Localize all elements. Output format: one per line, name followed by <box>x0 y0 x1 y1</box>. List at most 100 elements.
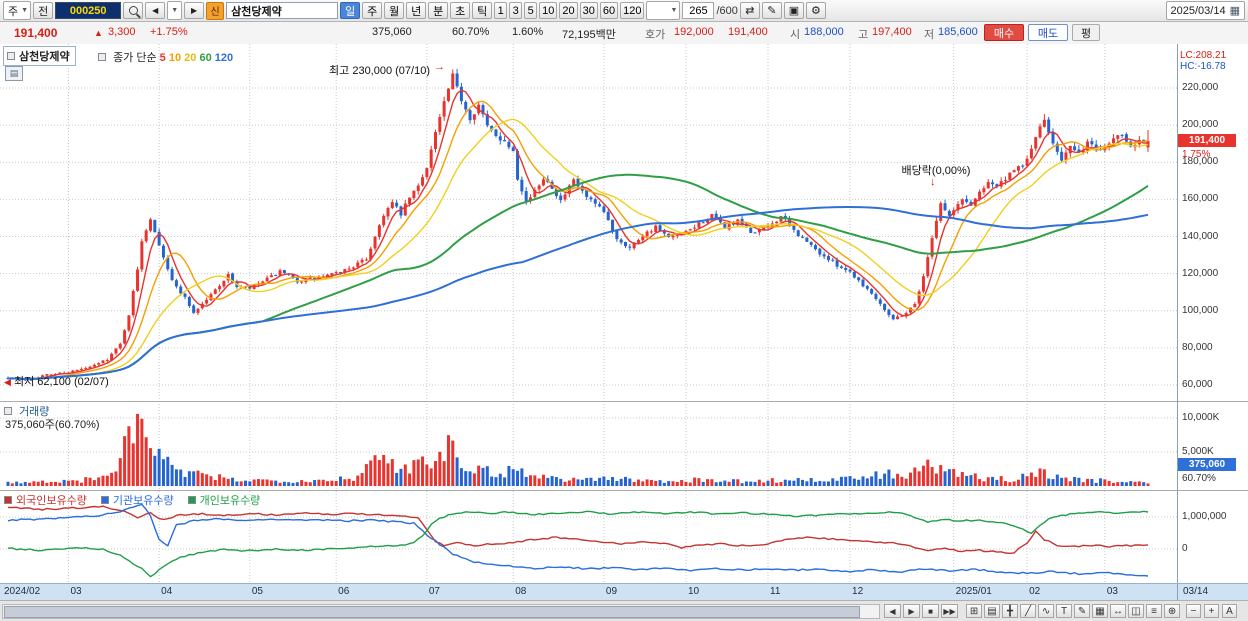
stop-button[interactable]: ■ <box>922 604 939 618</box>
volume-badge-pct: 60.70% <box>1182 473 1216 484</box>
ma20-line <box>7 118 1149 380</box>
chart-scrollbar[interactable] <box>2 604 880 619</box>
annotation-high-arrow-icon: → <box>434 61 445 73</box>
date-value: 2025/03/14 <box>1170 4 1226 17</box>
tool-draw-icon[interactable]: ✎ <box>1074 604 1090 618</box>
tool-chart-type-icon[interactable]: ▤ <box>984 604 1000 618</box>
scroll-end-button[interactable]: ▶▶ <box>941 604 958 618</box>
compare-button[interactable]: ⇄ <box>739 2 760 19</box>
stock-name-field[interactable]: 삼천당제약 <box>226 2 339 19</box>
settings-button[interactable]: ⚙ <box>805 2 826 19</box>
ma-period-10-label: 10 <box>165 52 182 64</box>
date-field[interactable]: 2025/03/14 ▦ <box>1165 1 1245 20</box>
stock-code-input[interactable] <box>55 2 122 19</box>
holdings-axis-tick: 1,000,000 <box>1182 511 1227 522</box>
period-month-button[interactable]: 월 <box>384 2 405 19</box>
legend-bullet-icon <box>4 407 12 415</box>
avg-button[interactable]: 평 <box>1072 24 1100 41</box>
interval-tick-button[interactable]: 틱 <box>472 2 493 19</box>
period-type-dropdown[interactable]: 주 ▼ <box>3 1 32 20</box>
minute-custom-dropdown[interactable]: ▼ <box>646 1 681 20</box>
price-axis-tick: 180,000 <box>1182 156 1219 168</box>
interval-minute-button[interactable]: 분 <box>428 2 449 19</box>
tool-indicator-icon[interactable]: ⊞ <box>966 604 982 618</box>
current-price-badge: 191,400 <box>1178 134 1236 147</box>
auto-scale-button[interactable]: A <box>1222 604 1237 618</box>
holdings-legend-item: 외국인보유수량 <box>4 492 87 508</box>
annotation-low-text: 최저 62,100 (02/07) <box>13 376 109 388</box>
chevron-down-icon: ▼ <box>670 7 678 14</box>
sell-button[interactable]: 매도 <box>1028 24 1068 41</box>
minute-3-button[interactable]: 3 <box>509 2 523 19</box>
minute-5-button[interactable]: 5 <box>524 2 538 19</box>
price-axis-tick: 80,000 <box>1182 341 1213 353</box>
tool-trendline-icon[interactable]: ╱ <box>1020 604 1036 618</box>
minute-30-button[interactable]: 30 <box>579 2 598 19</box>
scroll-left-button[interactable]: ◀ <box>884 604 901 618</box>
holdings-legend-label: 기관보유수량 <box>112 495 174 507</box>
current-price: 191,400 <box>14 26 58 40</box>
prev-stock-button[interactable]: ◀ <box>145 2 166 19</box>
tool-cross-icon[interactable]: ╋ <box>1002 604 1018 618</box>
tool-zoom-icon[interactable]: ⊕ <box>1164 604 1180 618</box>
save-button[interactable]: ▣ <box>783 2 804 19</box>
bar-total-label: /600 <box>716 4 738 17</box>
toolbar-icon-group: ⇄ ✎ ▣ ⚙ <box>739 2 826 19</box>
buy-button[interactable]: 매수 <box>984 24 1024 41</box>
tool-width-icon[interactable]: ↔ <box>1110 604 1126 618</box>
search-icon <box>128 6 138 15</box>
minute-60-button[interactable]: 60 <box>599 2 619 19</box>
search-button[interactable] <box>123 2 144 19</box>
main-pane-title-tab[interactable]: 삼천당제약 <box>3 46 76 66</box>
draw-button[interactable]: ✎ <box>761 2 782 19</box>
price-axis-tick: 200,000 <box>1182 119 1219 131</box>
time-axis-month-label: 03 <box>1106 586 1118 597</box>
quote-bar: 191,400 ▲ 3,300 +1.75% 375,060 60.70% 1.… <box>0 22 1248 45</box>
legend-bullet-icon <box>98 53 106 61</box>
prev-view-button[interactable]: 전 <box>33 2 54 19</box>
tool-menu-icon[interactable]: ≡ <box>1146 604 1162 618</box>
ma-period-60-label: 60 <box>196 52 212 64</box>
time-axis-month-label: 06 <box>338 586 350 597</box>
volume-badge: 375,060 <box>1178 458 1236 471</box>
annotation-high: 최고 230,000 (07/10) <box>329 65 430 77</box>
holdings-legend: 외국인보유수량 기관보유수량 개인보유수량 <box>4 492 260 508</box>
candlestick-series <box>6 68 1150 382</box>
time-axis-end-label: 03/14 <box>1183 586 1209 597</box>
period-year-button[interactable]: 년 <box>406 2 427 19</box>
ma-period-list: 5 10 20 60 120 <box>160 52 233 64</box>
minute-120-button[interactable]: 120 <box>620 2 645 19</box>
lc-label: LC:208.21 <box>1180 50 1227 61</box>
stock-history-dropdown[interactable]: ▼ <box>167 1 183 20</box>
tool-grid-icon[interactable]: ▦ <box>1092 604 1108 618</box>
legend-bullet-icon <box>187 496 196 504</box>
annotation-low: ◀ 최저 62,100 (02/07) <box>4 373 109 389</box>
minute-1-button[interactable]: 1 <box>494 2 508 19</box>
tool-wave-icon[interactable]: ∿ <box>1038 604 1054 618</box>
period-week-button[interactable]: 주 <box>362 2 383 19</box>
minute-20-button[interactable]: 20 <box>559 2 578 19</box>
zoom-in-button[interactable]: + <box>1204 604 1219 618</box>
bar-count-input[interactable] <box>682 2 715 19</box>
chart-type-icon[interactable]: ▤ <box>5 66 23 81</box>
period-day-button[interactable]: 일 <box>340 2 361 19</box>
time-axis-month-label: 2025/01 <box>955 586 992 597</box>
bid-price: 191,400 <box>728 26 768 38</box>
credit-badge: 신 <box>206 1 225 20</box>
time-axis-month-label: 07 <box>428 586 440 597</box>
time-axis-month-label: 09 <box>605 586 618 597</box>
zoom-out-button[interactable]: − <box>1186 604 1201 618</box>
interval-second-button[interactable]: 초 <box>450 2 471 19</box>
chart-scrollbar-thumb[interactable] <box>4 606 860 618</box>
ma120-line <box>7 206 1149 380</box>
tool-compare-icon[interactable]: ◫ <box>1128 604 1144 618</box>
next-stock-button[interactable]: ▶ <box>184 2 205 19</box>
time-axis-month-label: 03 <box>70 586 82 597</box>
time-axis: 03/14 2024/02 03 04 05 06 07 08 09 10 11 12 2025/01… <box>0 583 1248 600</box>
high-label: 고 <box>858 29 869 41</box>
tool-text-icon[interactable]: T <box>1056 604 1072 618</box>
minute-10-button[interactable]: 10 <box>539 2 558 19</box>
ma-period-120-label: 120 <box>211 52 234 64</box>
scroll-right-button[interactable]: ▶ <box>903 604 920 618</box>
quote-rate: 1.60% <box>512 26 544 38</box>
